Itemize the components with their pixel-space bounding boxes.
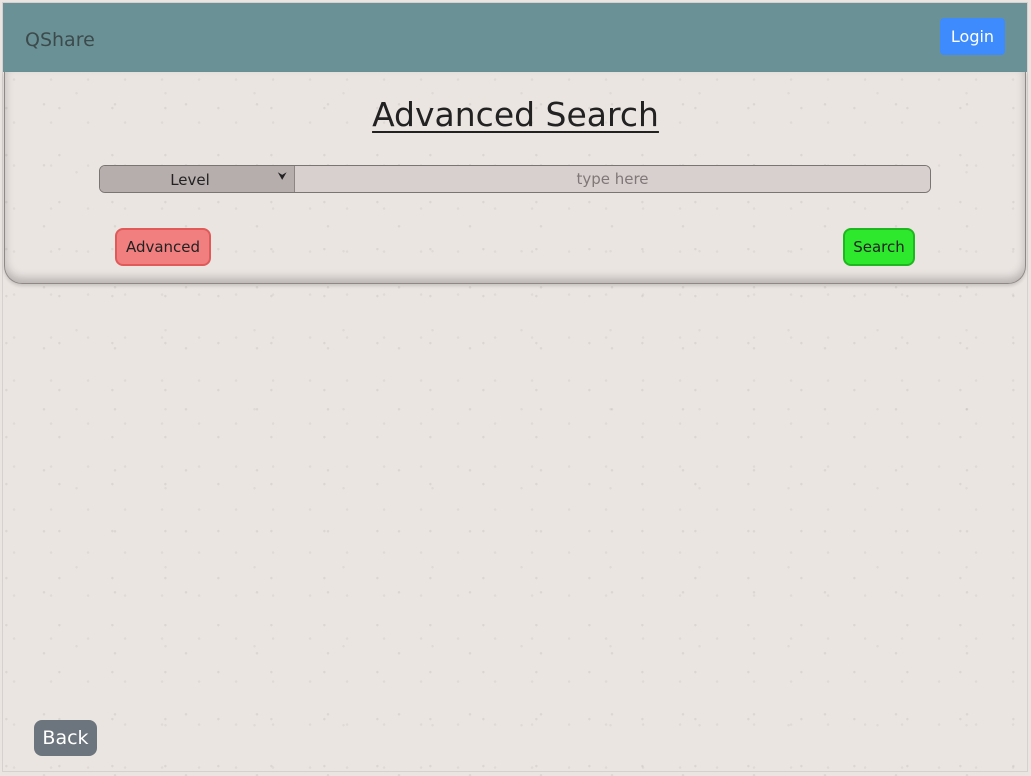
search-input[interactable] xyxy=(295,166,930,192)
chevron-down-icon: ⮟ xyxy=(277,170,287,183)
advanced-button[interactable]: Advanced xyxy=(115,228,211,266)
navbar: QShare Login xyxy=(3,3,1027,72)
back-button[interactable]: Back xyxy=(34,720,97,756)
search-button[interactable]: Search xyxy=(843,228,915,266)
brand-logo[interactable]: QShare xyxy=(25,28,95,52)
page-title: Advanced Search xyxy=(372,95,659,134)
search-bar: Level ⮟ xyxy=(99,165,931,193)
filter-select[interactable]: Level ⮟ xyxy=(100,166,295,192)
login-button[interactable]: Login xyxy=(940,18,1005,55)
filter-select-value: Level xyxy=(170,171,210,189)
